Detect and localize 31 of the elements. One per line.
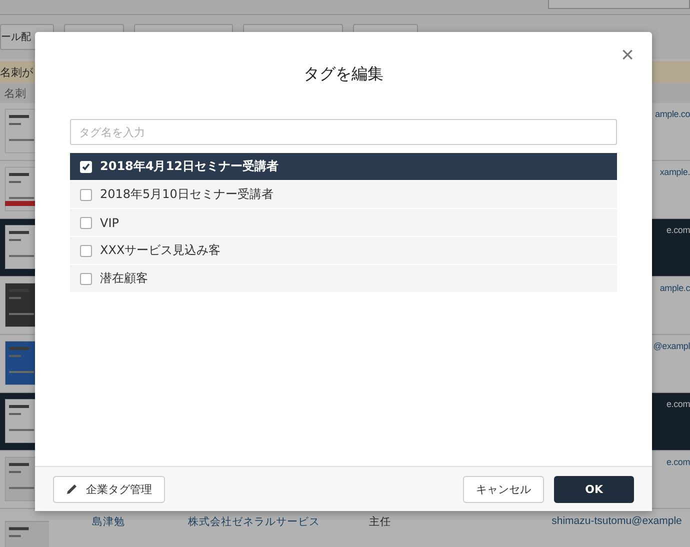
title-text: 主任 [368,515,392,529]
tag-name-field[interactable]: タグ名を入力 [70,119,617,145]
tag-label: 2018年4月12日セミナー受講者 [100,158,278,175]
tag-label: XXXサービス見込み客 [100,242,221,259]
email-link[interactable]: ample.c [660,283,690,293]
ok-button[interactable]: OK [554,476,634,502]
pencil-icon [66,483,78,495]
cancel-button[interactable]: キャンセル [463,476,544,502]
tag-item[interactable]: XXXサービス見込み客 [70,237,617,264]
tag-item[interactable]: VIP [70,209,617,236]
tag-label: 2018年5月10日セミナー受講者 [100,186,274,203]
manage-tags-button[interactable]: 企業タグ管理 [53,476,165,502]
email-link[interactable]: shimazu-tsutomu@example [552,515,690,527]
name-link[interactable]: 島津勉 [92,515,188,529]
checkbox[interactable] [80,188,92,200]
email-link[interactable]: @exampl [653,341,690,351]
tag-label: VIP [100,216,119,230]
tag-item[interactable]: 2018年4月12日セミナー受講者 [70,153,617,180]
email-link[interactable]: e.com [666,225,690,235]
email-link[interactable]: ample.co [655,109,690,119]
dialog-title: タグを編集 [302,64,384,85]
checkbox[interactable] [80,244,92,256]
tag-label: 潜在顧客 [100,270,148,287]
checkbox[interactable] [80,272,92,284]
tag-item[interactable]: 2018年5月10日セミナー受講者 [70,181,617,208]
email-link[interactable]: e.com [666,399,690,409]
checkbox[interactable] [80,216,92,228]
company-link[interactable]: 株式会社ゼネラルサービス [188,515,369,529]
email-link[interactable]: e.com [666,457,690,467]
email-link[interactable]: xample. [660,167,690,177]
tag-item[interactable]: 潜在顧客 [70,265,617,292]
